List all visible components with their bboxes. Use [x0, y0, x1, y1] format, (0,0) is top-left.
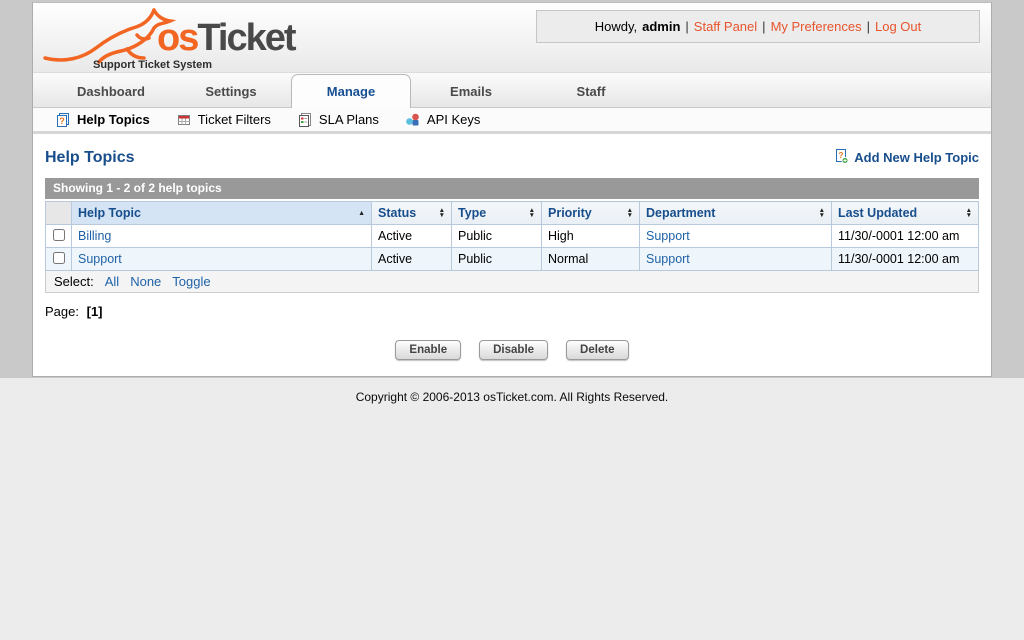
cell-last-updated: 11/30/-0001 12:00 am — [832, 248, 979, 271]
logo-ticket-text: Ticket — [197, 17, 294, 59]
osticket-logo: osTicket Support Ticket System — [39, 3, 369, 73]
logo-wordmark: osTicket — [157, 19, 295, 57]
main-content: Help Topics ? Add New Help Topic Showing… — [33, 134, 991, 360]
tab-emails[interactable]: Emails — [411, 75, 531, 107]
help-topic-link[interactable]: Support — [78, 252, 122, 266]
cell-last-updated: 11/30/-0001 12:00 am — [832, 225, 979, 248]
sort-asc-icon: ▲ — [358, 210, 365, 217]
disable-button[interactable]: Disable — [479, 340, 548, 360]
greeting-howdy: Howdy, — [595, 19, 637, 34]
cell-help-topic: Support — [72, 248, 372, 271]
greeting-bar: Howdy, admin | Staff Panel | My Preferen… — [536, 10, 980, 43]
main-nav-tabs: Dashboard Settings Manage Emails Staff — [33, 73, 991, 108]
greeting-divider: | — [685, 19, 688, 34]
column-label: Department — [646, 206, 715, 220]
subnav-item-sla-plans[interactable]: SLA Plans — [297, 112, 379, 128]
column-label: Last Updated — [838, 206, 917, 220]
cell-type: Public — [452, 225, 542, 248]
current-page-number[interactable]: [1] — [87, 304, 103, 319]
log-out-link[interactable]: Log Out — [875, 19, 921, 34]
column-header-last-updated[interactable]: Last Updated ▲▼ — [832, 202, 979, 225]
department-link[interactable]: Support — [646, 252, 690, 266]
add-new-help-topic-button[interactable]: ? Add New Help Topic — [833, 148, 979, 167]
greeting-divider: | — [762, 19, 765, 34]
column-label: Type — [458, 206, 486, 220]
enable-button[interactable]: Enable — [395, 340, 461, 360]
table-row: Billing Active Public High Support 11/30… — [46, 225, 979, 248]
help-topics-icon: ? — [55, 112, 71, 128]
subnav-label: Ticket Filters — [198, 112, 271, 127]
cell-priority: Normal — [542, 248, 640, 271]
cell-department: Support — [640, 225, 832, 248]
select-none-link[interactable]: None — [130, 274, 161, 289]
sort-both-icon: ▲▼ — [627, 208, 633, 218]
sort-both-icon: ▲▼ — [439, 208, 445, 218]
title-row: Help Topics ? Add New Help Topic — [45, 148, 979, 167]
help-topic-link[interactable]: Billing — [78, 229, 111, 243]
cell-help-topic: Billing — [72, 225, 372, 248]
page-label: Page: — [45, 304, 79, 319]
my-preferences-link[interactable]: My Preferences — [771, 19, 862, 34]
tab-manage[interactable]: Manage — [291, 74, 411, 108]
select-bar: Select: All None Toggle — [45, 271, 979, 293]
row-checkbox[interactable] — [53, 229, 65, 241]
header-checkbox-column — [46, 202, 72, 225]
select-label: Select: — [54, 274, 94, 289]
row-checkbox-cell — [46, 248, 72, 271]
column-header-department[interactable]: Department ▲▼ — [640, 202, 832, 225]
cell-status: Active — [372, 225, 452, 248]
logo-os-text: os — [157, 17, 197, 59]
column-label: Help Topic — [78, 206, 141, 220]
row-checkbox-cell — [46, 225, 72, 248]
sla-plans-icon — [297, 112, 313, 128]
column-label: Priority — [548, 206, 592, 220]
select-all-link[interactable]: All — [105, 274, 119, 289]
delete-button[interactable]: Delete — [566, 340, 629, 360]
sort-both-icon: ▲▼ — [529, 208, 535, 218]
page-title: Help Topics — [45, 149, 135, 167]
add-help-topic-icon: ? — [833, 148, 849, 167]
cell-status: Active — [372, 248, 452, 271]
row-checkbox[interactable] — [53, 252, 65, 264]
subnav-item-api-keys[interactable]: API Keys — [405, 112, 480, 128]
subnav-label: SLA Plans — [319, 112, 379, 127]
svg-text:?: ? — [59, 116, 65, 126]
select-toggle-link[interactable]: Toggle — [172, 274, 210, 289]
column-header-help-topic[interactable]: Help Topic ▲ — [72, 202, 372, 225]
showing-count-bar: Showing 1 - 2 of 2 help topics — [45, 178, 979, 199]
cell-priority: High — [542, 225, 640, 248]
subnav-item-ticket-filters[interactable]: Ticket Filters — [176, 112, 271, 128]
tab-dashboard[interactable]: Dashboard — [51, 75, 171, 107]
staff-panel-link[interactable]: Staff Panel — [694, 19, 757, 34]
table-header-row: Help Topic ▲ Status ▲▼ Type ▲▼ Priority ▲▼ D… — [46, 202, 979, 225]
sort-both-icon: ▲▼ — [819, 208, 825, 218]
action-buttons-row: Enable Disable Delete — [45, 340, 979, 360]
manage-subnav: ? Help Topics Ticket Filters — [33, 108, 991, 134]
logo-tagline: Support Ticket System — [93, 59, 212, 71]
cell-type: Public — [452, 248, 542, 271]
column-label: Status — [378, 206, 416, 220]
department-link[interactable]: Support — [646, 229, 690, 243]
ticket-filters-icon — [176, 112, 192, 128]
copyright-footer: Copyright © 2006-2013 osTicket.com. All … — [0, 390, 1024, 404]
api-keys-icon — [405, 112, 421, 128]
tab-settings[interactable]: Settings — [171, 75, 291, 107]
tab-staff[interactable]: Staff — [531, 75, 651, 107]
column-header-priority[interactable]: Priority ▲▼ — [542, 202, 640, 225]
help-topics-table: Help Topic ▲ Status ▲▼ Type ▲▼ Priority ▲▼ D… — [45, 201, 979, 271]
sort-both-icon: ▲▼ — [966, 208, 972, 218]
column-header-status[interactable]: Status ▲▼ — [372, 202, 452, 225]
column-header-type[interactable]: Type ▲▼ — [452, 202, 542, 225]
subnav-label: API Keys — [427, 112, 480, 127]
cell-department: Support — [640, 248, 832, 271]
add-link-label: Add New Help Topic — [854, 150, 979, 165]
greeting-divider: | — [867, 19, 870, 34]
subnav-item-help-topics[interactable]: ? Help Topics — [55, 112, 150, 128]
header: osTicket Support Ticket System Howdy, ad… — [33, 3, 991, 73]
content-box: osTicket Support Ticket System Howdy, ad… — [32, 2, 992, 377]
pagination: Page: [1] — [45, 304, 979, 319]
table-row: Support Active Public Normal Support 11/… — [46, 248, 979, 271]
greeting-username: admin — [642, 19, 680, 34]
subnav-label: Help Topics — [77, 112, 150, 127]
